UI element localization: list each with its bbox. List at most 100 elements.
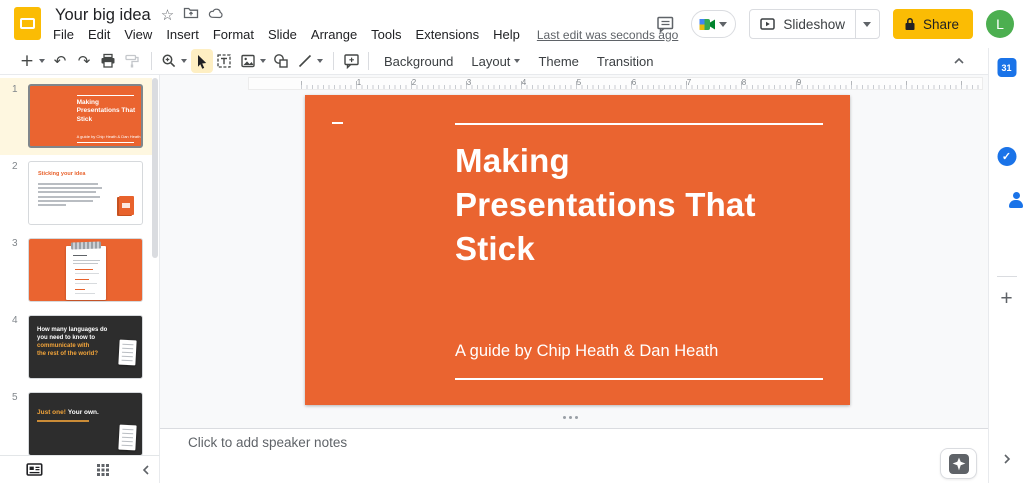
new-slide-button[interactable]: + (16, 49, 38, 73)
mini-text-bar (75, 289, 85, 290)
menu-file[interactable]: File (46, 25, 81, 44)
meet-camera-icon (699, 18, 716, 31)
slideshow-dropdown[interactable] (855, 10, 879, 38)
cloud-status-icon[interactable] (208, 6, 225, 25)
menu-insert[interactable]: Insert (159, 25, 206, 44)
toolbar: + ↶ ↷ (0, 48, 988, 75)
menu-arrange[interactable]: Arrange (304, 25, 364, 44)
ruler-number: 2 (412, 78, 416, 87)
comments-icon[interactable] (652, 11, 678, 37)
meet-button[interactable] (691, 10, 736, 38)
google-slides-window: Your big idea ☆ File Edit View Insert Fo… (0, 0, 1024, 483)
tasks-icon[interactable]: ✓ (997, 147, 1016, 166)
present-icon (760, 17, 775, 31)
slide-2-preview[interactable]: Sticking your idea (28, 161, 143, 225)
text-box-button[interactable] (213, 49, 235, 73)
star-icon[interactable]: ☆ (161, 8, 174, 23)
mini-text-bar (73, 260, 100, 261)
slide-4-preview[interactable]: How many languages do you need to know t… (28, 315, 143, 379)
slides-logo-inner (20, 18, 35, 29)
slide-3-preview[interactable] (28, 238, 143, 302)
speaker-notes-placeholder[interactable]: Click to add speaker notes (188, 435, 347, 450)
menu-extensions[interactable]: Extensions (409, 25, 487, 44)
slide-thumbnail-1[interactable]: 1 Making Presentations That Stick A guid… (0, 78, 152, 155)
slideshow-button[interactable]: Slideshow (749, 9, 880, 39)
slide-thumbnail-4[interactable]: 4 How many languages do you need to know… (0, 309, 152, 386)
share-label: Share (923, 17, 959, 32)
slide-1-preview[interactable]: Making Presentations That Stick A guide … (28, 84, 143, 148)
mini-subtitle: A guide by Chip Heath & Dan Heath (77, 134, 141, 139)
slide-thumbnail-5[interactable]: 5 Just one!Your own. (0, 386, 152, 455)
menu-slide[interactable]: Slide (261, 25, 304, 44)
slide-title-textbox[interactable]: Making Presentations That Stick (455, 139, 845, 271)
slide-subtitle-textbox[interactable]: A guide by Chip Heath & Dan Heath (455, 342, 718, 361)
show-side-panel-button[interactable] (1000, 452, 1014, 471)
document-title[interactable]: Your big idea (55, 6, 151, 25)
insert-image-button[interactable] (237, 49, 259, 73)
mini-rule (77, 142, 135, 143)
mini-text-bar (75, 279, 89, 280)
filmstrip-view-button[interactable] (26, 462, 43, 482)
new-slide-caret-icon[interactable] (39, 59, 45, 63)
mini-text-bar (75, 269, 93, 270)
ruler-number: 4 (522, 78, 526, 87)
slideshow-label: Slideshow (783, 17, 845, 32)
ruler-number: 1 (357, 78, 361, 87)
slide-dash-accent (332, 122, 343, 124)
current-slide[interactable]: Making Presentations That Stick A guide … (305, 95, 850, 405)
move-folder-icon[interactable] (183, 5, 199, 25)
theme-button[interactable]: Theme (529, 51, 587, 72)
slide-number: 2 (12, 161, 18, 172)
insert-image-caret-icon[interactable] (260, 59, 266, 63)
speaker-notes-area[interactable]: Click to add speaker notes (160, 428, 988, 483)
mini-question-text: How many languages do you need to know t… (37, 326, 107, 358)
redo-button[interactable]: ↷ (73, 49, 95, 73)
ruler-number: 5 (577, 78, 581, 87)
layout-button[interactable]: Layout (462, 51, 529, 72)
slide-number: 4 (12, 315, 18, 326)
slide-number: 5 (12, 392, 18, 403)
explore-icon (949, 454, 969, 474)
horizontal-ruler: 1 2 3 4 5 6 7 8 9 (248, 77, 983, 90)
hide-menus-button[interactable] (952, 54, 966, 73)
slide-number: 3 (12, 238, 18, 249)
account-avatar[interactable]: L (986, 10, 1014, 38)
select-tool-button[interactable] (191, 49, 213, 73)
insert-line-caret-icon[interactable] (317, 59, 323, 63)
calendar-icon[interactable]: 31 (997, 58, 1016, 77)
side-panel-divider (997, 276, 1017, 277)
menu-help[interactable]: Help (486, 25, 527, 44)
paint-format-button[interactable] (121, 49, 143, 73)
add-addon-button[interactable]: + (1000, 288, 1012, 309)
slide-thumbnail-3[interactable]: 3 (0, 232, 152, 309)
share-button[interactable]: Share (893, 9, 973, 39)
slides-logo-icon[interactable] (14, 7, 41, 40)
insert-shape-button[interactable] (270, 49, 292, 73)
grid-view-button[interactable] (96, 463, 110, 482)
zoom-caret-icon[interactable] (181, 59, 187, 63)
collapse-filmstrip-button[interactable] (139, 463, 153, 482)
menu-edit[interactable]: Edit (81, 25, 117, 44)
slide-canvas-area[interactable]: 1 2 3 4 5 6 7 8 9 Making Presentations T… (160, 75, 988, 483)
slide-thumbnail-2[interactable]: 2 Sticking your idea (0, 155, 152, 232)
background-button[interactable]: Background (375, 51, 462, 72)
insert-line-button[interactable] (294, 49, 316, 73)
filmstrip-scrollbar[interactable] (152, 78, 158, 258)
notes-resize-handle[interactable] (563, 416, 578, 419)
insert-comment-button[interactable] (340, 49, 362, 73)
toolbar-separator (368, 52, 369, 70)
binder-clip-image (70, 241, 100, 249)
menu-view[interactable]: View (117, 25, 159, 44)
explore-button[interactable] (940, 448, 977, 479)
paper-note-image (66, 246, 106, 300)
mini-text-bar (75, 293, 95, 294)
print-button[interactable] (97, 49, 119, 73)
menu-tools[interactable]: Tools (364, 25, 408, 44)
side-panel: 31 ✓ + (988, 48, 1024, 483)
zoom-button[interactable] (158, 49, 180, 73)
undo-button[interactable]: ↶ (49, 49, 71, 73)
slide-5-preview[interactable]: Just one!Your own. (28, 392, 143, 455)
slide-top-rule (455, 123, 823, 125)
menu-format[interactable]: Format (206, 25, 261, 44)
transition-button[interactable]: Transition (588, 51, 663, 72)
